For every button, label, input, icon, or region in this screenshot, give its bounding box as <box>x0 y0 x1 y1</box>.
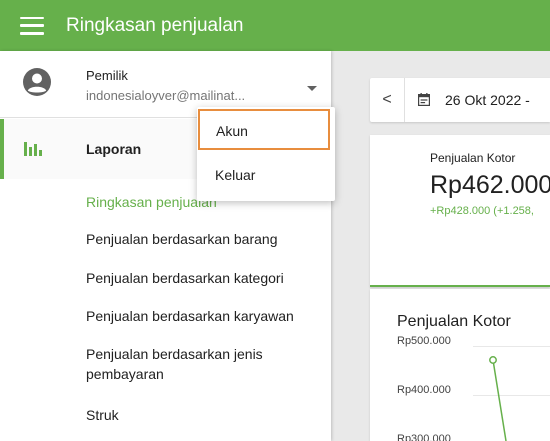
account-avatar-icon <box>23 68 51 96</box>
menu-item-label: Keluar <box>215 167 256 183</box>
date-range-picker[interactable]: < 26 Okt 2022 - <box>370 78 550 122</box>
menu-item-logout[interactable]: Keluar <box>197 153 335 197</box>
account-dropdown-menu: Akun Keluar <box>197 107 335 201</box>
main-content: < 26 Okt 2022 - Penjualan Kotor Rp462.00… <box>343 51 550 441</box>
active-indicator <box>0 119 4 179</box>
app-bar: Ringkasan penjualan <box>0 0 550 51</box>
menu-item-account[interactable]: Akun <box>198 109 330 150</box>
account-email: indonesialoyver@mailinat... <box>86 88 246 103</box>
metric-change: +Rp428.000 (+1.258, <box>430 205 534 217</box>
nav-item-receipts[interactable]: Struk <box>86 405 119 425</box>
menu-item-label: Akun <box>216 123 248 139</box>
gross-sales-chart-card: Penjualan Kotor Rp500.000 Rp400.000 Rp30… <box>370 289 550 441</box>
selected-indicator <box>370 285 550 287</box>
gross-sales-metric-card[interactable]: Penjualan Kotor Rp462.000 +Rp428.000 (+1… <box>370 135 550 287</box>
calendar-icon <box>418 93 430 106</box>
sidebar-item-label: Laporan <box>86 141 142 157</box>
metric-label: Penjualan Kotor <box>430 151 516 165</box>
series-line <box>492 359 507 441</box>
metric-value: Rp462.000 <box>430 171 550 199</box>
hamburger-menu-icon[interactable] <box>20 16 44 35</box>
nav-item-sales-by-employee[interactable]: Penjualan berdasarkan karyawan <box>86 306 294 326</box>
data-point[interactable] <box>489 356 497 364</box>
bar-chart-icon <box>24 142 42 156</box>
nav-item-sales-by-item[interactable]: Penjualan berdasarkan barang <box>86 229 277 249</box>
nav-item-sales-by-payment-type[interactable]: Penjualan berdasarkan jenis pembayaran <box>86 344 286 384</box>
date-range-text: 26 Okt 2022 - <box>445 92 530 108</box>
account-header[interactable]: Pemilik indonesialoyver@mailinat... <box>0 51 331 107</box>
page-title: Ringkasan penjualan <box>66 14 244 36</box>
nav-item-sales-by-category[interactable]: Penjualan berdasarkan kategori <box>86 268 284 288</box>
chevron-down-icon[interactable] <box>307 86 317 91</box>
account-role: Pemilik <box>86 68 128 83</box>
previous-period-button[interactable]: < <box>370 78 405 122</box>
chart-plot <box>489 356 507 441</box>
